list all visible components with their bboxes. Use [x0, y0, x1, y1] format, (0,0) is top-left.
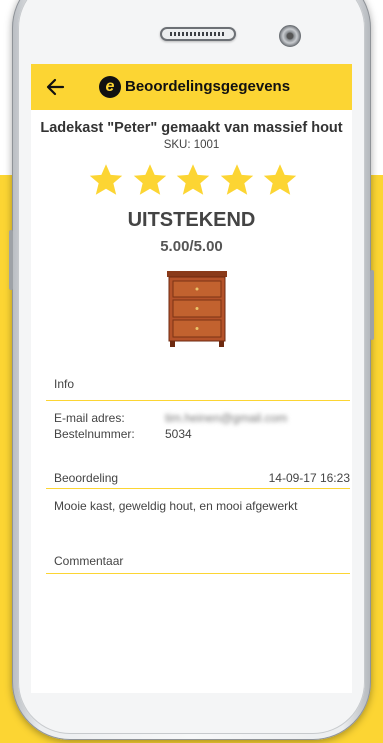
divider	[46, 400, 350, 401]
star-icon	[176, 164, 210, 195]
front-camera	[279, 25, 301, 47]
star-icon	[220, 164, 253, 195]
app-screen: e Beoordelingsgegevens Ladekast "Peter" …	[31, 64, 352, 693]
speaker-grille	[160, 27, 236, 41]
star-rating	[88, 162, 298, 202]
comment-section-label: Commentaar	[54, 554, 124, 568]
arrow-left-icon	[46, 78, 65, 96]
product-sku: SKU: 1001	[163, 139, 220, 151]
divider	[46, 488, 350, 489]
trusted-shops-logo: e	[99, 76, 121, 98]
rating-score: 5.00/5.00	[160, 238, 223, 255]
star-icon	[133, 164, 166, 195]
star-icon	[89, 164, 123, 195]
back-button[interactable]	[43, 75, 67, 99]
email-label: E-mail adres:	[54, 411, 125, 425]
email-value: tim.heinen@gmail.com	[165, 411, 288, 425]
app-bar: e Beoordelingsgegevens	[31, 64, 352, 110]
review-section-label: Beoordeling	[54, 471, 119, 485]
page-title: Beoordelingsgegevens	[125, 78, 291, 95]
star-icon	[263, 164, 297, 195]
wooden-nightstand-image	[167, 271, 227, 347]
order-number-label: Bestelnummer:	[54, 427, 135, 441]
product-title: Ladekast "Peter" gemaakt van massief hou…	[40, 120, 343, 136]
order-number-value: 5034	[165, 427, 192, 441]
review-date: 14-09-17 16:23	[268, 471, 350, 485]
rating-label: UITSTEKEND	[127, 209, 256, 231]
review-text: Mooie kast, geweldig hout, en mooi afgew…	[54, 499, 298, 513]
info-section-label: Info	[54, 377, 75, 391]
volume-button	[9, 230, 13, 290]
divider	[46, 573, 350, 574]
power-button	[370, 270, 374, 340]
